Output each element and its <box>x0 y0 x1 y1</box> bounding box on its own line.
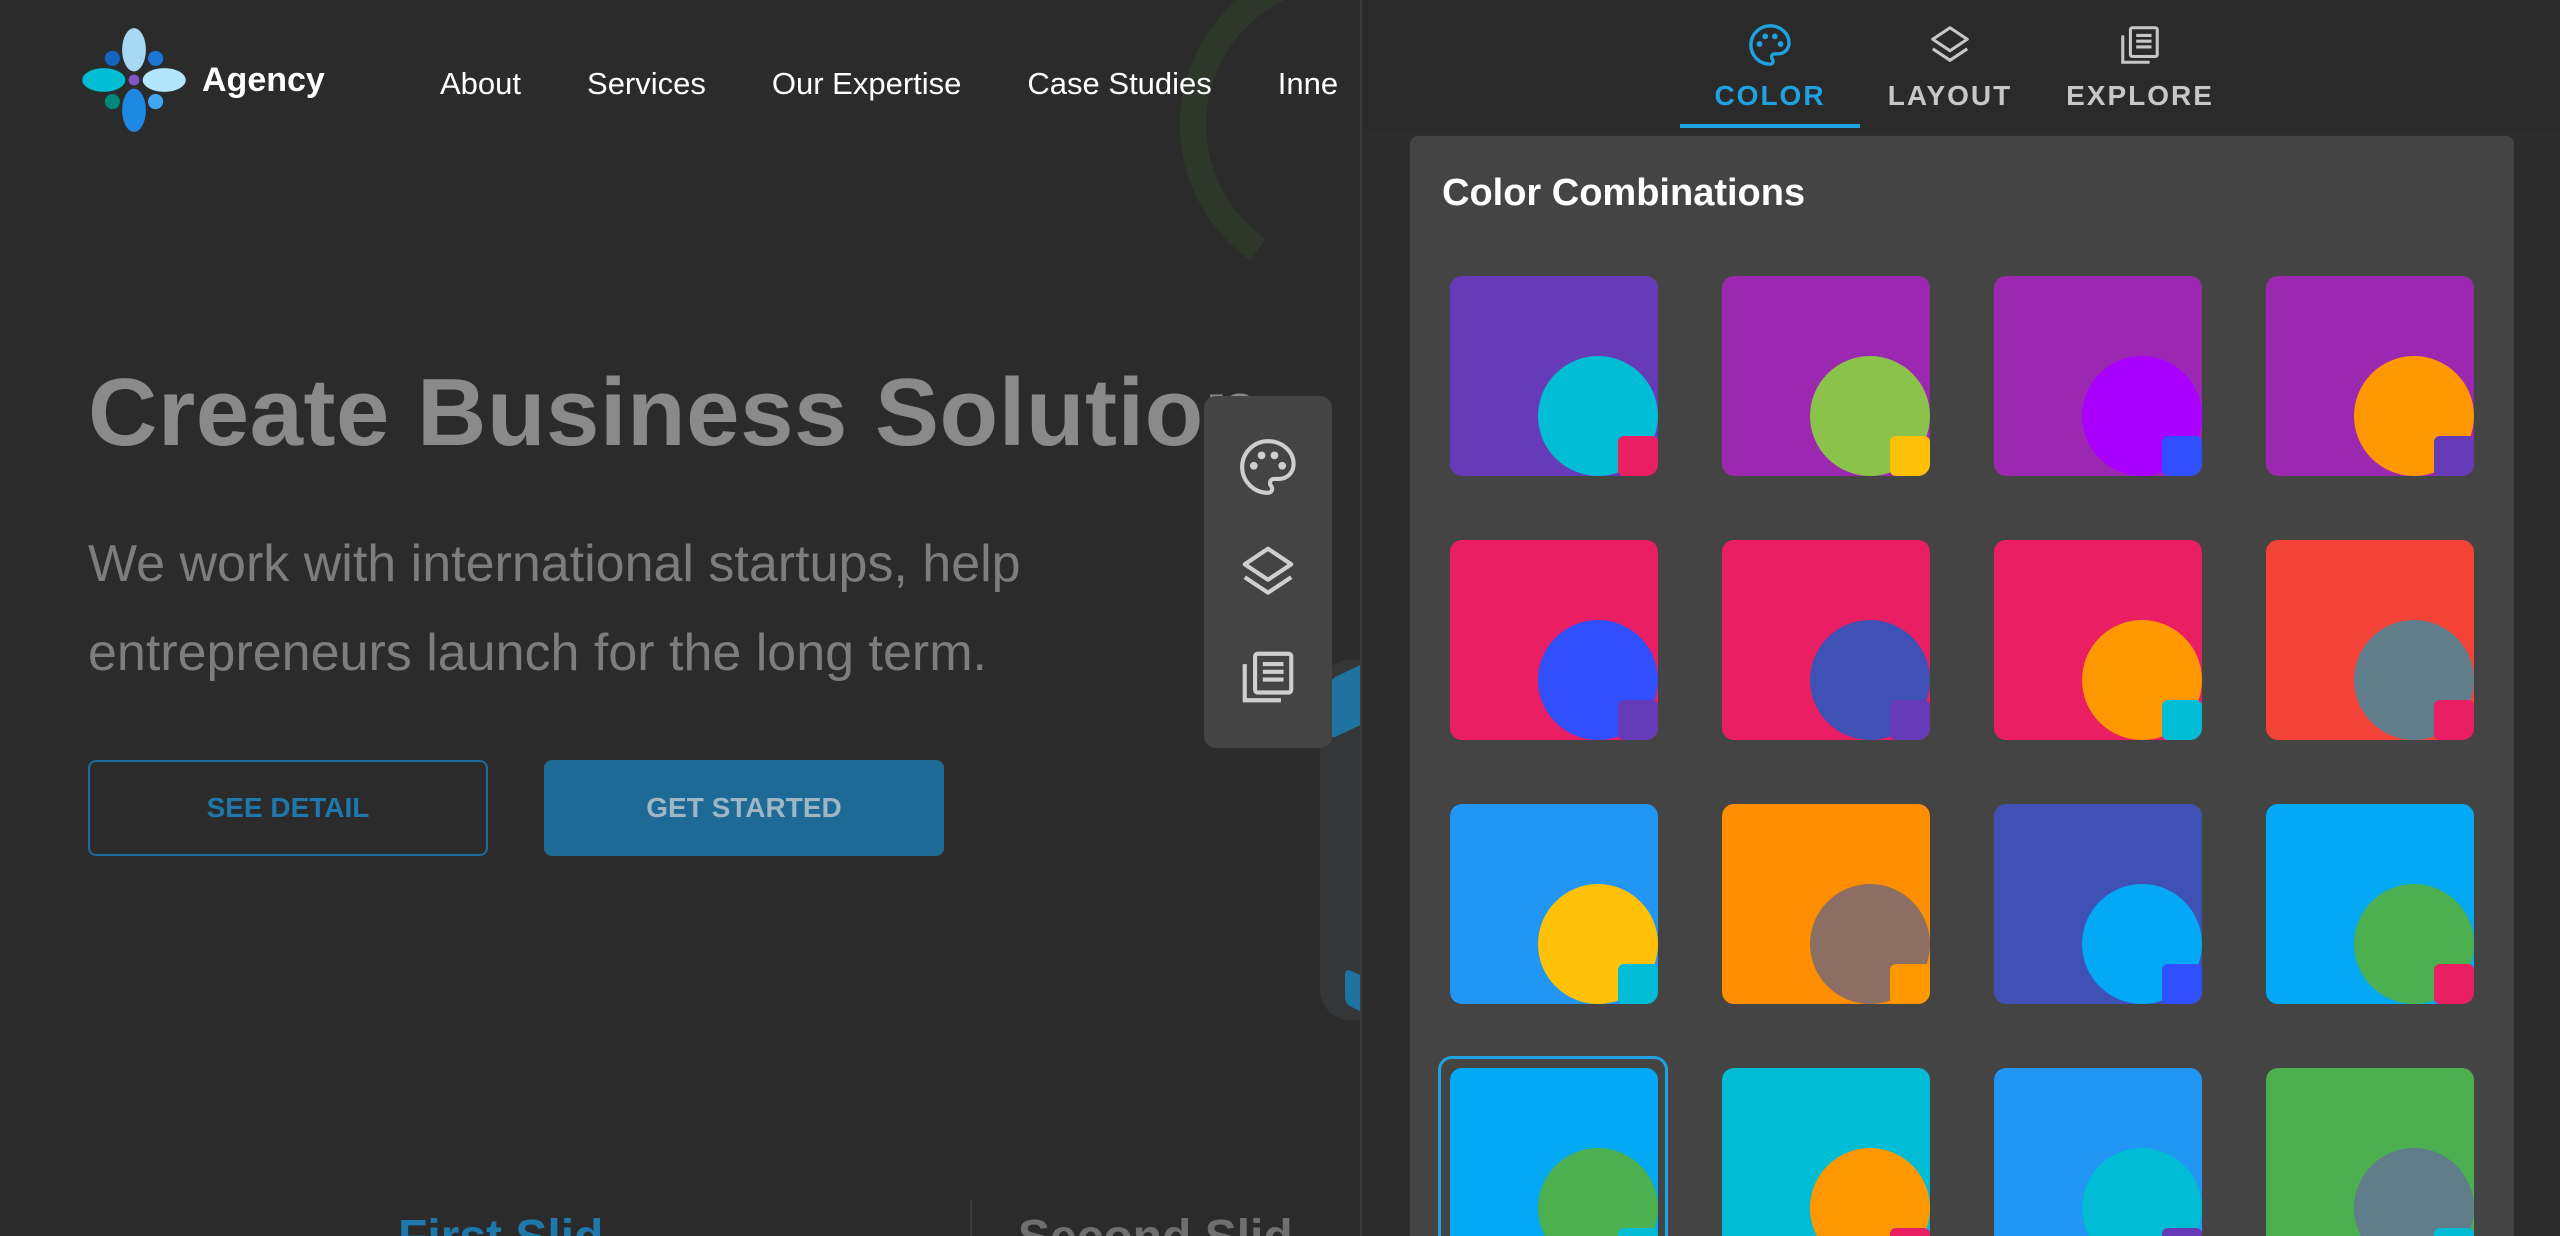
swatch-secondary-color <box>1810 1148 1930 1236</box>
see-detail-button[interactable]: SEE DETAIL <box>88 760 488 856</box>
logo-icon <box>82 28 186 132</box>
get-started-button[interactable]: GET STARTED <box>544 760 944 856</box>
color-swatch[interactable] <box>2266 804 2474 1004</box>
nav-link-about[interactable]: About <box>440 66 521 102</box>
tab-label: COLOR <box>1714 80 1826 111</box>
swatch-accent-color <box>1890 700 1930 740</box>
swatch-accent-color <box>2434 436 2474 476</box>
nav-link-services[interactable]: Services <box>587 66 706 102</box>
brand-logo[interactable]: Agency <box>80 26 325 134</box>
toolbar-color-button[interactable] <box>1232 431 1304 503</box>
settings-panel: COLOR LAYOUT EXPLORE Color Combinations <box>1360 0 2560 1236</box>
palette-icon <box>1240 438 1296 495</box>
swatch-accent-color <box>2162 1228 2202 1236</box>
tab-label: LAYOUT <box>1887 80 2013 111</box>
color-swatch[interactable] <box>1722 1068 1930 1236</box>
nav-link-our-expertise[interactable]: Our Expertise <box>772 66 962 102</box>
swatch-accent-color <box>1890 436 1930 476</box>
color-swatch[interactable] <box>1722 276 1930 476</box>
swatch-accent-color <box>2162 700 2202 740</box>
explore-list-icon <box>1242 651 1294 703</box>
swatch-accent-color <box>2162 436 2202 476</box>
tab-layout[interactable]: LAYOUT <box>1860 0 2040 130</box>
swatch-accent-color <box>2434 1228 2474 1236</box>
hero-subtitle: We work with international startups, hel… <box>88 535 1021 682</box>
tab-label: EXPLORE <box>2066 80 2214 111</box>
toolbar-explore-button[interactable] <box>1232 641 1304 713</box>
main-nav: About Services Our Expertise Case Studie… <box>440 66 1338 102</box>
swatch-accent-color <box>1618 436 1658 476</box>
section-title: Color Combinations <box>1442 172 1806 214</box>
tab-explore[interactable]: EXPLORE <box>2040 0 2240 130</box>
color-swatch[interactable] <box>2266 1068 2474 1236</box>
slide-tab-second[interactable]: Second Slid <box>1018 1210 1293 1236</box>
color-swatch[interactable] <box>1450 540 1658 740</box>
slide-tab-first[interactable]: First Slid <box>398 1210 603 1236</box>
swatch-accent-color <box>1618 964 1658 1004</box>
settings-tabs: COLOR LAYOUT EXPLORE <box>1362 0 2560 130</box>
site-header: Agency About Services Our Expertise Case… <box>0 0 1362 170</box>
color-combinations-section: Color Combinations <box>1410 136 2514 1236</box>
brand-name: Agency <box>202 60 325 99</box>
swatch-accent-color <box>2434 700 2474 740</box>
palette-icon <box>1749 24 1791 66</box>
color-swatch[interactable] <box>1450 276 1658 476</box>
swatch-accent-color <box>1618 700 1658 740</box>
explore-list-icon <box>2121 26 2159 64</box>
layers-icon <box>1242 546 1294 595</box>
settings-toolbar <box>1204 396 1332 748</box>
swatch-secondary-color <box>2082 1148 2202 1236</box>
swatch-secondary-color <box>2354 1148 2474 1236</box>
nav-link-case-studies[interactable]: Case Studies <box>1027 66 1211 102</box>
tab-color[interactable]: COLOR <box>1680 0 1860 130</box>
color-swatch[interactable] <box>1994 804 2202 1004</box>
color-swatch[interactable] <box>1450 804 1658 1004</box>
color-swatch[interactable] <box>1722 804 1930 1004</box>
color-swatch[interactable] <box>2266 540 2474 740</box>
swatch-accent-color <box>1890 1228 1930 1236</box>
active-tab-indicator <box>1680 124 1860 128</box>
layers-icon <box>1931 26 1969 62</box>
hero-title: Create Business Solution <box>88 359 1263 466</box>
nav-link-inner[interactable]: Inne <box>1278 66 1338 102</box>
toolbar-layout-button[interactable] <box>1232 536 1304 608</box>
color-swatch[interactable] <box>1994 276 2202 476</box>
color-swatch[interactable] <box>1994 540 2202 740</box>
swatch-accent-color <box>2162 964 2202 1004</box>
selected-swatch-outline <box>1438 1056 1668 1236</box>
swatch-accent-color <box>2434 964 2474 1004</box>
color-swatch[interactable] <box>1722 540 1930 740</box>
swatch-accent-color <box>1890 964 1930 1004</box>
color-swatch[interactable] <box>1994 1068 2202 1236</box>
slide-divider <box>970 1200 972 1236</box>
color-swatch[interactable] <box>2266 276 2474 476</box>
